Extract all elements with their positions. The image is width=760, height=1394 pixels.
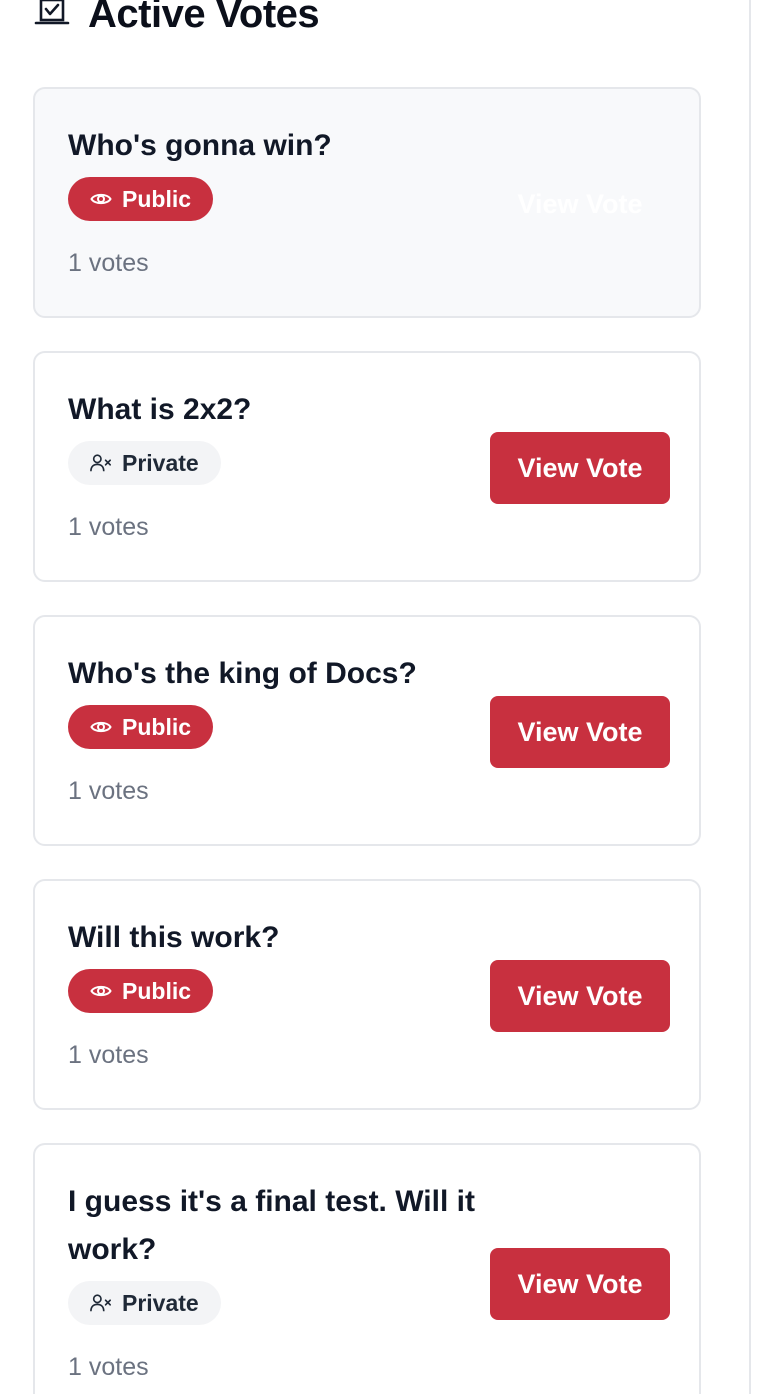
panel-divider bbox=[749, 0, 751, 1394]
vote-title: What is 2x2? bbox=[68, 393, 252, 426]
vote-box-icon bbox=[34, 0, 70, 32]
eye-icon bbox=[90, 980, 112, 1002]
vote-count: 1 votes bbox=[68, 777, 149, 805]
vote-title: Will this work? bbox=[68, 921, 280, 954]
vote-card[interactable]: Will this work? Public 1 votes View Vote bbox=[33, 879, 701, 1110]
vote-title: I guess it's a final test. Will it work? bbox=[68, 1185, 475, 1266]
vote-count: 1 votes bbox=[68, 1041, 149, 1069]
view-vote-button[interactable]: View Vote bbox=[490, 696, 670, 768]
view-vote-button[interactable]: View Vote bbox=[490, 1248, 670, 1320]
visibility-badge: Public bbox=[68, 969, 214, 1013]
vote-count: 1 votes bbox=[68, 513, 149, 541]
vote-card[interactable]: What is 2x2? Private 1 votes View Vote bbox=[33, 351, 701, 582]
visibility-badge: Public bbox=[68, 177, 214, 221]
vote-title: Who's the king of Docs? bbox=[68, 657, 417, 690]
eye-icon bbox=[90, 716, 112, 738]
visibility-label: Public bbox=[122, 185, 192, 212]
visibility-label: Private bbox=[122, 1289, 199, 1316]
user-x-icon bbox=[90, 1292, 112, 1314]
visibility-label: Private bbox=[122, 449, 199, 476]
vote-card[interactable]: I guess it's a final test. Will it work?… bbox=[33, 1143, 701, 1394]
visibility-badge: Private bbox=[68, 441, 221, 485]
view-vote-button[interactable]: View Vote bbox=[490, 432, 670, 504]
view-vote-button[interactable]: View Vote bbox=[490, 168, 670, 240]
view-vote-button[interactable]: View Vote bbox=[490, 960, 670, 1032]
vote-card[interactable]: Who's gonna win? Public 1 votes View Vot… bbox=[33, 87, 701, 318]
section-header: Active Votes bbox=[34, 0, 320, 40]
vote-title: Who's gonna win? bbox=[68, 129, 332, 162]
visibility-label: Public bbox=[122, 977, 192, 1004]
page-title: Active Votes bbox=[88, 0, 320, 36]
visibility-badge: Public bbox=[68, 705, 214, 749]
page: Active Votes Who's gonna win? Public 1 v… bbox=[0, 0, 760, 1394]
vote-card[interactable]: Who's the king of Docs? Public 1 votes V… bbox=[33, 615, 701, 846]
eye-icon bbox=[90, 188, 112, 210]
visibility-badge: Private bbox=[68, 1281, 221, 1325]
vote-count: 1 votes bbox=[68, 1353, 149, 1381]
visibility-label: Public bbox=[122, 713, 192, 740]
user-x-icon bbox=[90, 452, 112, 474]
vote-count: 1 votes bbox=[68, 249, 149, 277]
